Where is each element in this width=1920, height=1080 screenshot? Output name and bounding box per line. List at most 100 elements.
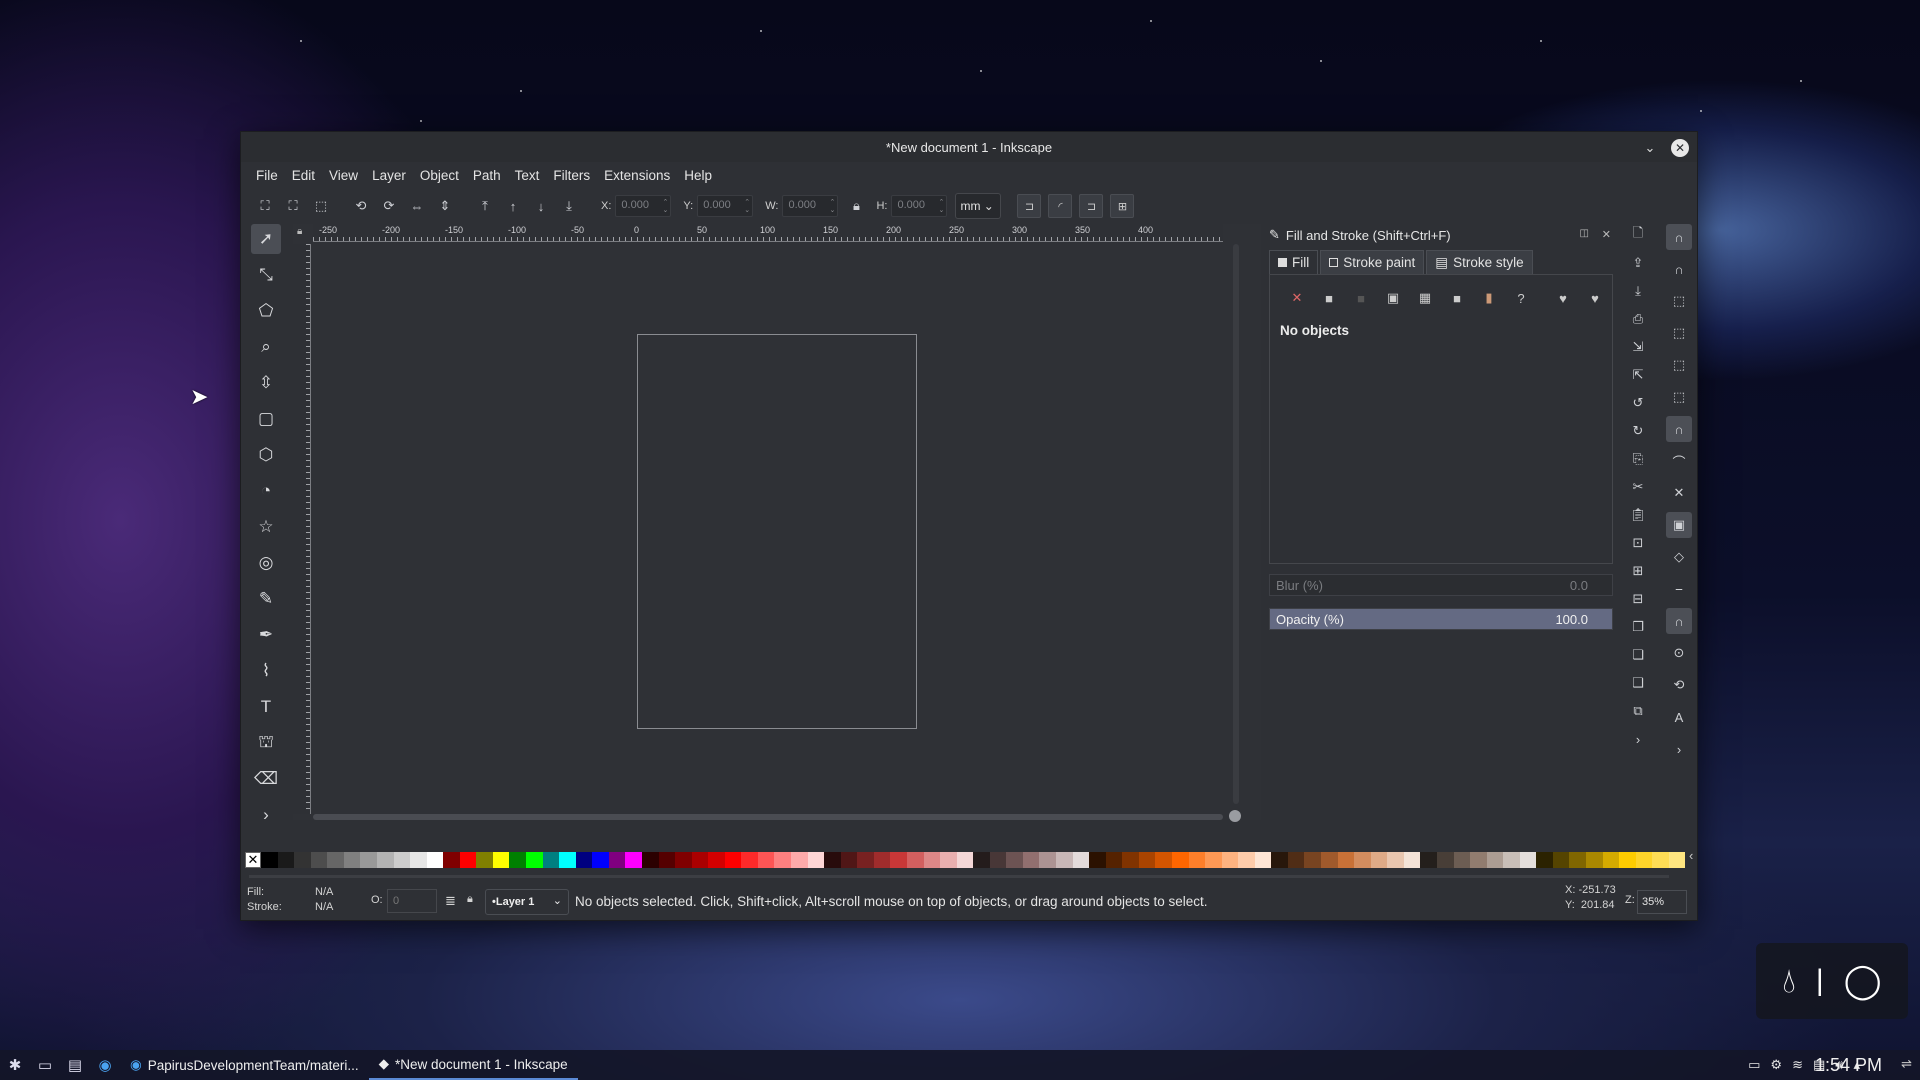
snap-midpoint-icon[interactable]: ⎯ — [1666, 576, 1692, 602]
color-swatch[interactable] — [1387, 852, 1404, 868]
eraser-tool-icon[interactable]: ⌫ — [251, 764, 281, 794]
color-swatch[interactable] — [1188, 852, 1206, 868]
color-swatch[interactable] — [1039, 852, 1056, 868]
color-swatch[interactable] — [1105, 852, 1123, 868]
show-desktop-icon[interactable]: ⇌ — [1901, 1056, 1912, 1072]
raise-to-top-icon[interactable]: ⤒ — [473, 194, 497, 218]
select-all-layers-icon[interactable]: ⛶ — [281, 194, 305, 218]
canvas-corner-button[interactable] — [1229, 810, 1241, 822]
desktop-widget[interactable]: 💧︎ | ◯ — [1756, 943, 1908, 1019]
clock[interactable]: 1:54 PM — [1815, 1055, 1882, 1076]
color-swatch[interactable] — [410, 852, 427, 868]
star-tool-icon[interactable]: ☆ — [251, 512, 281, 542]
color-swatch[interactable] — [1205, 852, 1222, 868]
color-swatch[interactable] — [261, 852, 278, 868]
more-snap-icon[interactable]: › — [1666, 736, 1692, 762]
color-swatch[interactable] — [509, 852, 526, 868]
title-bar[interactable]: *New document 1 - Inkscape ⌄ ✕ — [241, 132, 1697, 162]
color-swatch[interactable] — [1221, 852, 1239, 868]
color-swatch[interactable] — [1436, 852, 1454, 868]
snap-nodes-icon[interactable]: ∩ — [1666, 416, 1692, 442]
color-swatch[interactable] — [741, 852, 758, 868]
flip-vertical-icon[interactable]: ⇕ — [433, 194, 457, 218]
color-swatch[interactable] — [443, 852, 460, 868]
color-swatch[interactable] — [1171, 852, 1189, 868]
text-tool-icon[interactable]: T — [251, 692, 281, 722]
snap-others-icon[interactable]: ∩ — [1666, 608, 1692, 634]
color-swatch[interactable] — [426, 852, 444, 868]
fill-status-value[interactable]: N/A — [315, 886, 333, 898]
redo-icon[interactable]: ↻ — [1627, 420, 1649, 442]
selector-tool-icon[interactable]: ➚ — [251, 224, 281, 254]
color-swatch[interactable] — [1370, 852, 1388, 868]
color-swatch[interactable] — [824, 852, 841, 868]
cut-icon[interactable]: ✂ — [1627, 476, 1649, 498]
duplicate-icon[interactable]: ❐ — [1627, 616, 1649, 638]
stroke-status-value[interactable]: N/A — [315, 901, 333, 913]
group-icon[interactable]: ⧉ — [1627, 700, 1649, 722]
fill-rule-nonzero-icon[interactable]: ♥ — [1584, 287, 1606, 309]
color-swatch[interactable] — [1006, 852, 1023, 868]
unit-select[interactable]: mm ⌄ — [955, 193, 1002, 219]
color-swatch[interactable] — [708, 852, 725, 868]
color-swatch[interactable] — [608, 852, 626, 868]
color-swatch[interactable] — [641, 852, 659, 868]
color-swatch[interactable] — [1519, 852, 1537, 868]
color-swatch[interactable] — [1337, 852, 1355, 868]
calligraphy-tool-icon[interactable]: ⌇ — [251, 656, 281, 686]
snap-bbox-midpoint-icon[interactable]: ⬚ — [1666, 352, 1692, 378]
color-swatch[interactable] — [542, 852, 560, 868]
snap-smooth-icon[interactable]: ◇ — [1666, 544, 1692, 570]
more-commands-icon[interactable]: › — [1627, 728, 1649, 750]
menu-layer[interactable]: Layer — [365, 168, 413, 183]
canvas[interactable]: 🔒︎ -250 -200 -150 -100 -50 0 50 100 150 200 250 300… — [293, 224, 1261, 822]
color-swatch[interactable] — [1569, 852, 1586, 868]
transform-patterns-icon[interactable]: ⊞ — [1110, 194, 1135, 218]
color-swatch[interactable] — [1486, 852, 1504, 868]
color-swatch[interactable] — [691, 852, 709, 868]
zoom-drawing-icon[interactable]: ⊞ — [1627, 560, 1649, 582]
tab-fill[interactable]: Fill — [1269, 250, 1319, 274]
color-swatch[interactable] — [1238, 852, 1255, 868]
3d-box-tool-icon[interactable]: ⬡ — [251, 440, 281, 470]
color-swatch[interactable] — [360, 852, 377, 868]
task-inkscape[interactable]: ◆ *New document 1 - Inkscape — [368, 1050, 578, 1080]
node-tool-icon[interactable]: ⤡ — [251, 260, 281, 290]
snap-center-icon[interactable]: ⊙ — [1666, 640, 1692, 666]
print-icon[interactable]: ⎙ — [1627, 308, 1649, 330]
snap-bbox-icon[interactable]: ∩ — [1666, 256, 1692, 282]
flat-color-icon[interactable]: ■ — [1318, 287, 1340, 309]
color-swatch[interactable] — [1536, 852, 1553, 868]
file-manager-icon[interactable]: ▤ — [60, 1050, 90, 1080]
menu-text[interactable]: Text — [508, 168, 547, 183]
app-launcher-icon[interactable]: ✱ — [0, 1050, 30, 1080]
transform-gradients-icon[interactable]: ⊐ — [1079, 194, 1104, 218]
document-page[interactable] — [637, 334, 917, 729]
color-swatch[interactable] — [890, 852, 907, 868]
copy-icon[interactable]: ⎘ — [1627, 448, 1649, 470]
clone-icon[interactable]: ❏ — [1627, 644, 1649, 666]
x-input[interactable]: 0.000 — [615, 195, 672, 217]
pencil-tool-icon[interactable]: ✎ — [251, 584, 281, 614]
opacity-status-input[interactable]: 0 — [387, 889, 437, 913]
measure-tool-icon[interactable]: ⇳ — [251, 368, 281, 398]
color-swatch[interactable] — [1453, 852, 1471, 868]
color-swatch[interactable] — [724, 852, 742, 868]
spray-tool-icon[interactable]: ⛫ — [251, 728, 281, 758]
lower-to-bottom-icon[interactable]: ⤓ — [557, 194, 581, 218]
color-swatch[interactable] — [310, 852, 328, 868]
color-swatch[interactable] — [1652, 852, 1669, 868]
rotate-cw-icon[interactable]: ⟳ — [377, 194, 401, 218]
menu-help[interactable]: Help — [677, 168, 719, 183]
color-swatch[interactable] — [559, 852, 576, 868]
zoom-page-icon[interactable]: ⊟ — [1627, 588, 1649, 610]
color-swatch[interactable] — [1138, 852, 1156, 868]
zoom-input[interactable]: 35% — [1637, 890, 1687, 914]
no-color-swatch[interactable]: ✕ — [245, 852, 261, 868]
mesh-gradient-icon[interactable]: ▦ — [1414, 287, 1436, 309]
fill-rule-evenodd-icon[interactable]: ♥ — [1552, 287, 1574, 309]
open-icon[interactable]: ⇪ — [1627, 252, 1649, 274]
snap-enable-icon[interactable]: ∩ — [1666, 224, 1692, 250]
flip-horizontal-icon[interactable]: ⇔ — [405, 194, 429, 218]
ruler-lock-icon[interactable]: 🔒︎ — [297, 226, 302, 237]
